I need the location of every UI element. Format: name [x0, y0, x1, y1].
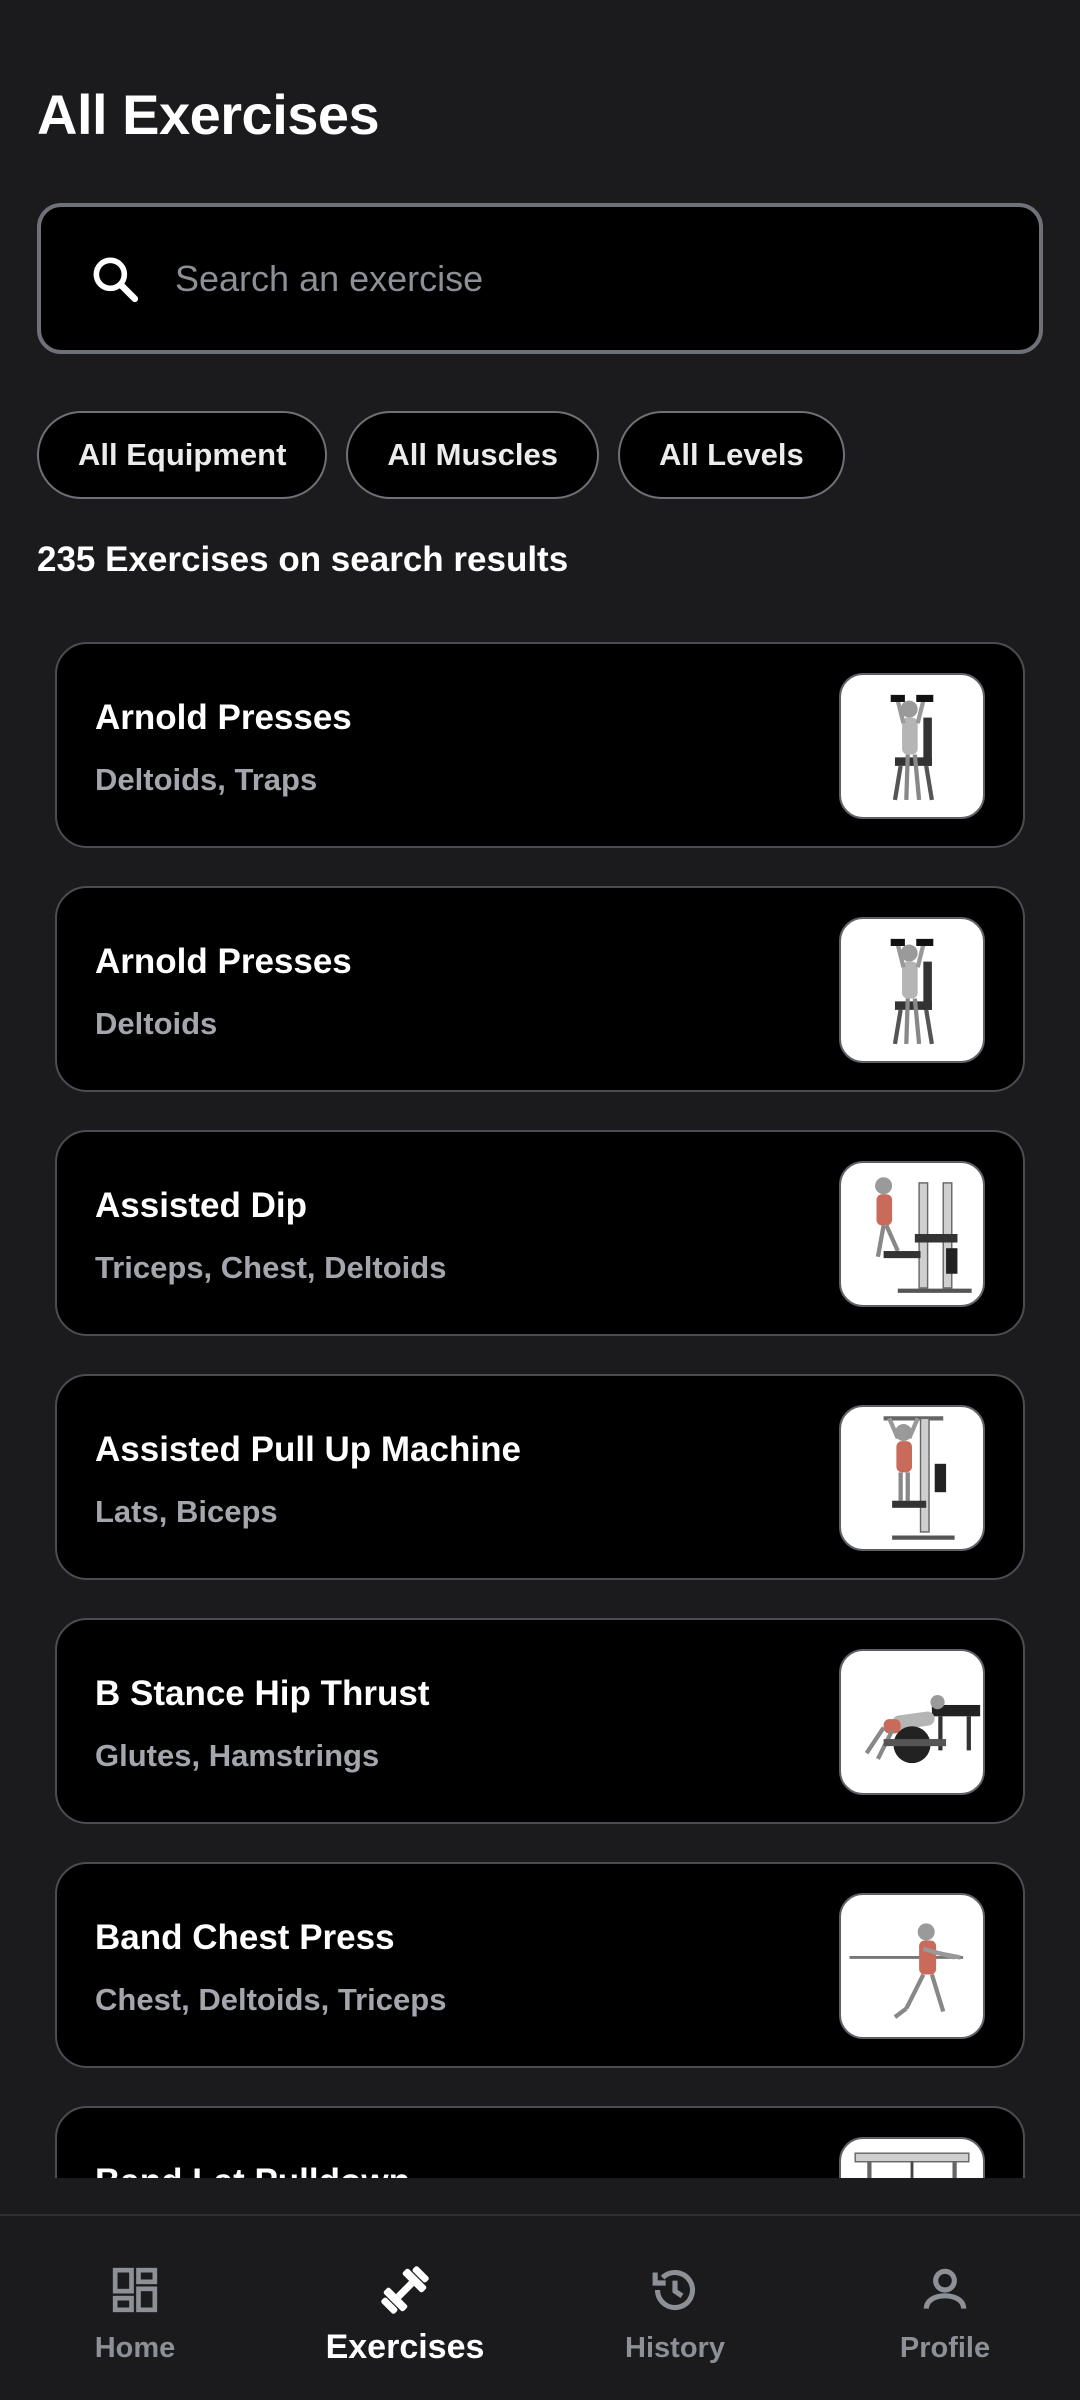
dashboard-icon: [112, 2267, 158, 2313]
nav-exercises[interactable]: Exercises: [270, 2216, 540, 2400]
dumbbell-icon: [381, 2266, 429, 2314]
exercise-name: Assisted Pull Up Machine: [95, 1430, 521, 1469]
exercise-card[interactable]: Assisted Dip Triceps, Chest, Deltoids: [55, 1130, 1025, 1336]
nav-home-label: Home: [94, 2332, 176, 2364]
hip-thrust-figure-icon: [839, 1649, 985, 1795]
exercise-list[interactable]: Arnold Presses Deltoids, Traps Arnold Pr…: [55, 642, 1025, 2178]
exercise-muscles: Deltoids: [95, 1006, 218, 1041]
exercise-name: Band Chest Press: [95, 1918, 395, 1957]
exercise-muscles: Deltoids, Traps: [95, 762, 318, 797]
exercise-muscles: Glutes, Hamstrings: [95, 1738, 380, 1773]
exercise-name: B Stance Hip Thrust: [95, 1674, 430, 1713]
exercise-muscles: Lats, Biceps: [95, 1494, 278, 1529]
exercise-card[interactable]: Arnold Presses Deltoids: [55, 886, 1025, 1092]
filter-muscles-chip[interactable]: All Muscles: [346, 411, 599, 499]
exercise-name: Assisted Dip: [95, 1186, 307, 1225]
exercise-card[interactable]: Band Lat Pulldown: [55, 2106, 1025, 2178]
exercise-muscles: Chest, Deltoids, Triceps: [95, 1982, 447, 2017]
page-title: All Exercises: [37, 83, 380, 146]
nav-history-label: History: [625, 2332, 725, 2364]
search-input[interactable]: [175, 207, 1039, 350]
results-count: 235 Exercises on search results: [37, 540, 569, 579]
nav-exercises-label: Exercises: [325, 2328, 485, 2366]
exercise-muscles: Triceps, Chest, Deltoids: [95, 1250, 447, 1285]
filter-equipment-chip[interactable]: All Equipment: [37, 411, 328, 499]
exercise-name: Band Lat Pulldown: [95, 2162, 410, 2178]
exercises-screen: All Exercises All Equipment All Muscles …: [0, 0, 1080, 2400]
history-icon: [652, 2269, 696, 2311]
seated-dumbbell-press-figure-icon: [839, 917, 985, 1063]
search-bar[interactable]: [37, 203, 1043, 354]
filter-levels-chip[interactable]: All Levels: [617, 411, 845, 499]
exercise-name: Arnold Presses: [95, 942, 352, 981]
nav-history[interactable]: History: [540, 2216, 810, 2400]
filter-chips: All Equipment All Muscles All Levels: [37, 411, 845, 499]
search-icon: [93, 257, 139, 302]
exercise-card[interactable]: Assisted Pull Up Machine Lats, Biceps: [55, 1374, 1025, 1580]
exercise-card[interactable]: Arnold Presses Deltoids, Traps: [55, 642, 1025, 848]
person-icon: [923, 2268, 967, 2309]
seated-dumbbell-press-figure-icon: [839, 673, 985, 819]
lat-pulldown-figure-icon: [839, 2137, 985, 2178]
exercise-card[interactable]: Band Chest Press Chest, Deltoids, Tricep…: [55, 1862, 1025, 2068]
exercise-name: Arnold Presses: [95, 698, 352, 737]
nav-profile[interactable]: Profile: [810, 2216, 1080, 2400]
dip-machine-figure-icon: [839, 1161, 985, 1307]
bottom-navigation: Home Exercises History Profile: [0, 2214, 1080, 2400]
nav-profile-label: Profile: [899, 2332, 991, 2364]
nav-home[interactable]: Home: [0, 2216, 270, 2400]
exercise-card[interactable]: B Stance Hip Thrust Glutes, Hamstrings: [55, 1618, 1025, 1824]
pullup-machine-figure-icon: [839, 1405, 985, 1551]
band-press-figure-icon: [839, 1893, 985, 2039]
